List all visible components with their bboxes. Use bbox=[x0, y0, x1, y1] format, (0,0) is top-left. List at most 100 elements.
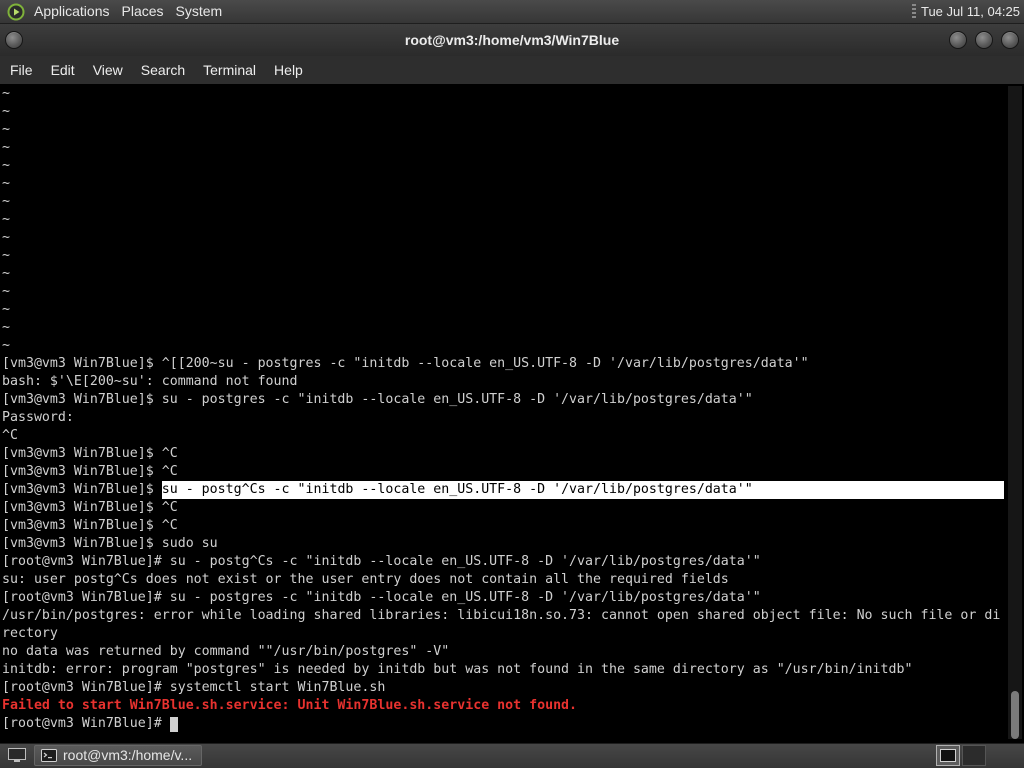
workspace-1[interactable] bbox=[936, 745, 960, 766]
window-title: root@vm3:/home/vm3/Win7Blue bbox=[404, 32, 620, 48]
menu-view[interactable]: View bbox=[84, 56, 132, 84]
terminal-line: ~ bbox=[2, 229, 1004, 247]
terminal-text: ~ bbox=[2, 194, 10, 209]
terminal-line: Failed to start Win7Blue.sh.service: Uni… bbox=[2, 697, 1004, 715]
window-menu-icon bbox=[5, 31, 23, 49]
terminal-line: [root@vm3 Win7Blue]# systemctl start Win… bbox=[2, 679, 1004, 697]
terminal-line: ~ bbox=[2, 193, 1004, 211]
scrollbar-thumb[interactable] bbox=[1011, 691, 1019, 739]
terminal-line: [vm3@vm3 Win7Blue]$ ^C bbox=[2, 463, 1004, 481]
minimize-button[interactable] bbox=[949, 31, 967, 49]
selection-highlight bbox=[752, 481, 1004, 499]
terminal-text: su: user postg^Cs does not exist or the … bbox=[2, 572, 729, 587]
terminal-line: ~ bbox=[2, 103, 1004, 121]
terminal-text: ~ bbox=[2, 104, 10, 119]
terminal-output: ~ ~ ~ ~ ~ ~ ~ ~ ~ ~ ~ ~ ~ ~ ~ [vm3@vm3 Win7Blue]$ ^[[20… bbox=[2, 85, 1004, 733]
terminal-line: [vm3@vm3 Win7Blue]$ su - postgres -c "in… bbox=[2, 391, 1004, 409]
menu-places[interactable]: Places bbox=[116, 0, 170, 23]
terminal-text: [root@vm3 Win7Blue]# bbox=[2, 716, 170, 731]
terminal-text: ~ bbox=[2, 284, 10, 299]
terminal-line: initdb: error: program "postgres" is nee… bbox=[2, 661, 1004, 679]
maximize-icon bbox=[975, 31, 993, 49]
workspace-2[interactable] bbox=[962, 745, 986, 766]
close-icon bbox=[1001, 31, 1019, 49]
terminal-line: bash: $'\E[200~su': command not found bbox=[2, 373, 1004, 391]
terminal-text: ~ bbox=[2, 158, 10, 173]
terminal-text: ~ bbox=[2, 176, 10, 191]
menu-search[interactable]: Search bbox=[132, 56, 194, 84]
terminal-line: [root@vm3 Win7Blue]# su - postg^Cs -c "i… bbox=[2, 553, 1004, 571]
terminal-text: initdb: error: program "postgres" is nee… bbox=[2, 662, 913, 677]
terminal-text: bash: $'\E[200~su': command not found bbox=[2, 374, 298, 389]
terminal-line: no data was returned by command ""/usr/b… bbox=[2, 643, 1004, 661]
terminal-cursor bbox=[169, 716, 178, 732]
terminal-line: ~ bbox=[2, 157, 1004, 175]
terminal-text: ~ bbox=[2, 230, 10, 245]
terminal-line: [vm3@vm3 Win7Blue]$ su - postg^Cs -c "in… bbox=[2, 481, 1004, 499]
terminal-text: ~ bbox=[2, 338, 10, 353]
terminal-text: Password: bbox=[2, 410, 74, 425]
terminal-text: rectory bbox=[2, 626, 58, 641]
terminal-line: ~ bbox=[2, 301, 1004, 319]
terminal-text: /usr/bin/postgres: error while loading s… bbox=[2, 608, 1001, 623]
terminal-text: ^C bbox=[2, 428, 18, 443]
terminal-line: ~ bbox=[2, 175, 1004, 193]
taskbar-button-label: root@vm3:/home/v... bbox=[63, 747, 193, 763]
terminal-line: rectory bbox=[2, 625, 1004, 643]
close-button[interactable] bbox=[1001, 31, 1019, 49]
window-titlebar[interactable]: root@vm3:/home/vm3/Win7Blue bbox=[0, 24, 1024, 56]
bottom-panel: root@vm3:/home/v... bbox=[0, 743, 1024, 768]
terminal-text: [vm3@vm3 Win7Blue]$ ^[[200~su - postgres… bbox=[2, 356, 809, 371]
menu-system[interactable]: System bbox=[170, 0, 229, 23]
menu-applications[interactable]: Applications bbox=[28, 0, 116, 23]
error-message: Failed to start Win7Blue.sh.service: Uni… bbox=[2, 698, 578, 713]
menu-terminal[interactable]: Terminal bbox=[194, 56, 265, 84]
terminal-line: [vm3@vm3 Win7Blue]$ sudo su bbox=[2, 535, 1004, 553]
show-desktop-icon[interactable] bbox=[7, 747, 27, 763]
terminal-text: [root@vm3 Win7Blue]# su - postgres -c "i… bbox=[2, 590, 761, 605]
terminal-line: ~ bbox=[2, 319, 1004, 337]
terminal-text: ~ bbox=[2, 266, 10, 281]
terminal-text: [root@vm3 Win7Blue]# systemctl start Win… bbox=[2, 680, 386, 695]
clock[interactable]: Tue Jul 11, 04:25 bbox=[921, 0, 1020, 23]
terminal-text: [vm3@vm3 Win7Blue]$ sudo su bbox=[2, 536, 218, 551]
minimize-icon bbox=[949, 31, 967, 49]
window-menu-button[interactable] bbox=[5, 31, 23, 49]
terminal-line: [vm3@vm3 Win7Blue]$ ^[[200~su - postgres… bbox=[2, 355, 1004, 373]
panel-handle-icon[interactable] bbox=[912, 4, 916, 19]
menu-file[interactable]: File bbox=[1, 56, 42, 84]
menu-edit[interactable]: Edit bbox=[42, 56, 84, 84]
workspace-switcher bbox=[936, 745, 986, 766]
terminal-line: ~ bbox=[2, 283, 1004, 301]
terminal-line: [vm3@vm3 Win7Blue]$ ^C bbox=[2, 499, 1004, 517]
menu-help[interactable]: Help bbox=[265, 56, 312, 84]
terminal-scrollbar[interactable] bbox=[1008, 86, 1022, 739]
terminal-line: ~ bbox=[2, 247, 1004, 265]
terminal-line: [vm3@vm3 Win7Blue]$ ^C bbox=[2, 517, 1004, 535]
terminal-line: ~ bbox=[2, 121, 1004, 139]
terminal-text: ~ bbox=[2, 86, 10, 101]
terminal-view[interactable]: ~ ~ ~ ~ ~ ~ ~ ~ ~ ~ ~ ~ ~ ~ ~ [vm3@vm3 Win7Blue]$ ^[[20… bbox=[0, 84, 1024, 743]
taskbar-button[interactable]: root@vm3:/home/v... bbox=[34, 745, 202, 766]
terminal-text: ~ bbox=[2, 302, 10, 317]
terminal-text: [vm3@vm3 Win7Blue]$ ^C bbox=[2, 500, 178, 515]
terminal-line: Password: bbox=[2, 409, 1004, 427]
maximize-button[interactable] bbox=[975, 31, 993, 49]
terminal-text: [root@vm3 Win7Blue]# su - postg^Cs -c "i… bbox=[2, 554, 761, 569]
terminal-text: [vm3@vm3 Win7Blue]$ ^C bbox=[2, 446, 178, 461]
terminal-line: ~ bbox=[2, 265, 1004, 283]
terminal-text: ~ bbox=[2, 320, 10, 335]
terminal-text: [vm3@vm3 Win7Blue]$ ^C bbox=[2, 518, 178, 533]
menu-bar: File Edit View Search Terminal Help bbox=[0, 56, 1024, 84]
terminal-icon bbox=[41, 749, 57, 762]
terminal-line: [root@vm3 Win7Blue]# bbox=[2, 715, 1004, 733]
terminal-line: su: user postg^Cs does not exist or the … bbox=[2, 571, 1004, 589]
terminal-line: ~ bbox=[2, 337, 1004, 355]
terminal-text: [vm3@vm3 Win7Blue]$ ^C bbox=[2, 464, 178, 479]
terminal-text: no data was returned by command ""/usr/b… bbox=[2, 644, 450, 659]
top-panel-menus: Applications Places System bbox=[28, 0, 228, 23]
terminal-text: [vm3@vm3 Win7Blue]$ bbox=[2, 482, 162, 497]
terminal-line: /usr/bin/postgres: error while loading s… bbox=[2, 607, 1004, 625]
terminal-text: ~ bbox=[2, 212, 10, 227]
distro-logo-icon[interactable] bbox=[7, 3, 25, 21]
